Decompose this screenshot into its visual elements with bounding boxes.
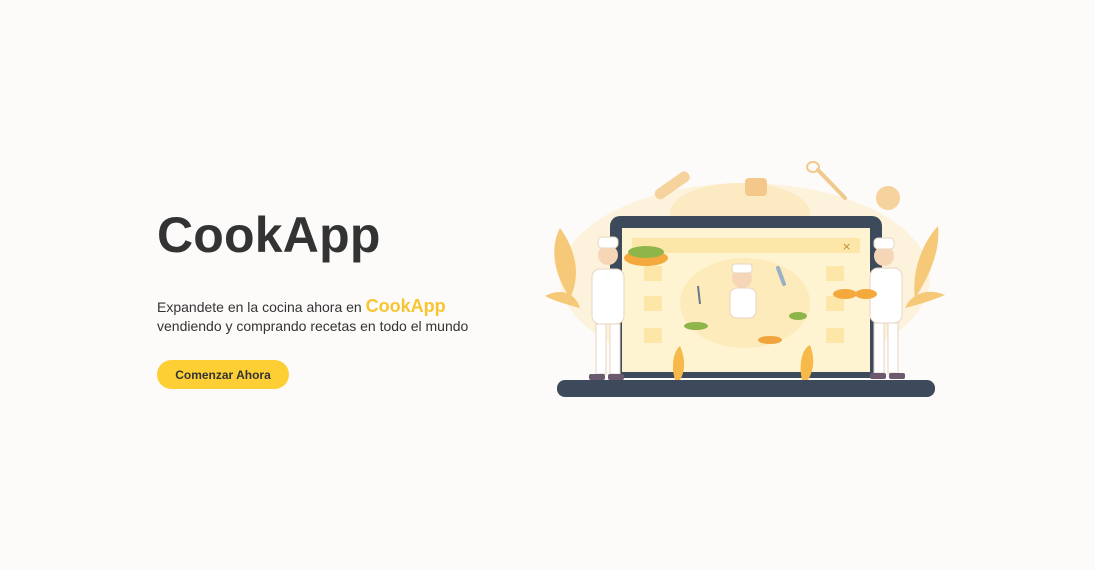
chefs-laptop-illustration: × bbox=[545, 161, 945, 397]
description-tail: vendiendo y comprando recetas en todo el… bbox=[157, 318, 469, 334]
bread-icon bbox=[745, 178, 767, 196]
content-card bbox=[644, 296, 662, 311]
food-plate-icon bbox=[684, 322, 708, 330]
content-card bbox=[644, 266, 662, 281]
window-close-icon: × bbox=[842, 240, 851, 253]
food-plate-icon bbox=[758, 336, 782, 344]
description-lead: Expandete en la cocina ahora en bbox=[157, 299, 366, 315]
start-now-button[interactable]: Comenzar Ahora bbox=[157, 360, 289, 389]
brand-highlight: CookApp bbox=[365, 296, 446, 316]
laptop-base bbox=[557, 380, 935, 397]
browser-bar bbox=[632, 238, 860, 253]
app-title: CookApp bbox=[157, 207, 381, 263]
content-card bbox=[826, 266, 844, 281]
wheat-left-icon bbox=[554, 228, 576, 298]
content-card bbox=[644, 328, 662, 343]
hero-text-block: CookApp Expandete en la cocina ahora en … bbox=[157, 203, 517, 389]
food-plate-icon bbox=[789, 312, 807, 320]
hero-section: CookApp Expandete en la cocina ahora en … bbox=[0, 0, 1095, 570]
hero-description: Expandete en la cocina ahora en CookApp … bbox=[157, 297, 517, 336]
butter-icon bbox=[876, 186, 900, 210]
content-card bbox=[826, 328, 844, 343]
